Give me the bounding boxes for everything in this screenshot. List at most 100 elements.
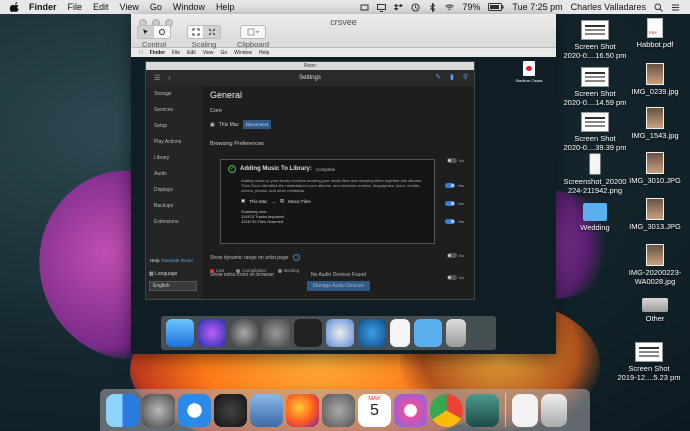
remote-settings-icon[interactable] [262,319,290,347]
core-value: This Mac [218,121,240,128]
remote-menu-view[interactable]: View [203,50,214,56]
scale-fit-button[interactable] [188,26,204,38]
sidebar-item-library[interactable]: Library [146,150,202,166]
remote-folder-icon[interactable] [414,319,442,347]
remote-menu-file[interactable]: File [172,50,180,56]
cursor-icon [142,29,148,35]
dropbox-icon[interactable] [394,3,404,12]
remote-finder-icon[interactable] [166,319,194,347]
remote-roon-icon[interactable] [294,319,322,347]
remote-music-icon[interactable] [358,319,386,347]
translate-link[interactable]: Translate Roon! [161,258,193,263]
sidebar-item-extensions[interactable]: Extensions [146,214,202,230]
safari-icon[interactable] [178,393,211,427]
chrome-icon[interactable] [430,393,463,427]
manage-audio-devices-button[interactable]: Manage Audio Devices [306,281,371,291]
toggle-2[interactable]: Yes [445,183,464,188]
menu-file[interactable]: File [68,2,83,12]
remote-screen[interactable]:  Finder File Edit View Go Window Help S… [131,49,556,354]
toggle-4[interactable]: Yes [445,219,464,224]
window-titlebar[interactable]: crsvee Control Scaling Clipboard [131,14,556,49]
desktop-file-img-3010[interactable]: IMG_3010.JPG [620,152,690,185]
sidebar-item-backups[interactable]: Backups [146,198,202,214]
remote-quicktime-icon[interactable] [326,319,354,347]
dashboard-icon[interactable] [214,393,247,427]
desktop-file-img-wa0028[interactable]: IMG-20200223- WA0028.jpg [620,244,690,286]
desktop-file-img-3013[interactable]: IMG_3013.JPG [620,198,690,231]
remote-trash-icon[interactable] [446,319,466,347]
bookmark-icon[interactable]: ▮ [450,73,454,81]
eye-icon [159,29,165,35]
firefox-icon[interactable] [286,393,319,427]
remote-menu-go[interactable]: Go [220,50,227,56]
menu-go[interactable]: Go [150,2,162,12]
observe-mode-button[interactable] [154,26,170,38]
menu-edit[interactable]: Edit [93,2,109,12]
desktop-file-pdf[interactable]: Habbot.pdf [620,18,690,49]
cast-icon[interactable] [360,3,369,12]
sidebar-item-audio[interactable]: Audio [146,166,202,182]
launchpad-icon[interactable] [142,393,175,427]
document-icon[interactable] [512,393,538,427]
spotlight-icon[interactable] [654,3,663,12]
sidebar-item-displays[interactable]: Displays [146,182,202,198]
sidebar-item-services[interactable]: Services [146,102,202,118]
screen-mirror-icon[interactable] [377,3,387,12]
sidebar-item-setup[interactable]: Setup [146,118,202,134]
itunes-icon[interactable] [394,393,427,427]
desktop-file-img-1543[interactable]: IMG_1543.jpg [620,107,690,140]
battery-percent[interactable]: 79% [462,2,480,12]
remote-apple-icon[interactable]:  [139,50,143,56]
sidebar-item-storage[interactable]: Storage [146,86,202,102]
wifi-icon[interactable] [445,3,455,12]
bluetooth-icon[interactable] [428,2,437,12]
remote-menu-window[interactable]: Window [234,50,252,56]
finder-icon[interactable] [106,393,139,427]
file-label: IMG_3010.JPG [629,176,681,185]
remote-menu-help[interactable]: Help [259,50,269,56]
menu-view[interactable]: View [120,2,139,12]
toggle-3[interactable]: Yes [445,201,464,206]
desktop-file-img-0239[interactable]: IMG_0239.jpg [620,63,690,96]
photo-icon [646,244,664,266]
screens-icon[interactable] [466,393,499,427]
calendar-day: 5 [370,401,379,419]
edit-icon[interactable]: ✎ [435,73,441,81]
calendar-icon[interactable]: MAY 5 [358,393,391,427]
menubar-clock[interactable]: Tue 7:25 pm [512,2,562,12]
clipboard-button[interactable] [241,26,265,38]
remote-mp3-icon[interactable] [390,319,410,347]
apple-icon[interactable] [9,2,21,12]
timemachine-icon[interactable] [411,3,420,12]
menu-finder[interactable]: Finder [29,2,57,12]
remote-siri-icon[interactable] [198,319,226,347]
control-label: Control [141,40,167,49]
menu-help[interactable]: Help [216,2,235,12]
search-icon[interactable]: ⚲ [463,73,468,81]
remote-menu-finder[interactable]: Finder [150,50,165,56]
desktop-file-screenshot-4[interactable]: Screen Shot 2019-12....5.23 pm [614,342,684,382]
disconnect-button[interactable]: Disconnect [243,120,272,129]
dock-separator [505,393,506,427]
menubar-user[interactable]: Charles Valladares [571,2,646,12]
menu-window[interactable]: Window [173,2,205,12]
battery-icon[interactable] [488,3,504,11]
remote-menu-edit[interactable]: Edit [187,50,196,56]
system-preferences-icon[interactable] [322,393,355,427]
language-select[interactable]: English [149,281,197,291]
toggle-1[interactable]: No [446,158,464,163]
desktop-drive-other[interactable]: Other [620,298,690,323]
roon-titlebar[interactable]: Roon [146,62,474,70]
expand-icon [192,28,199,36]
notification-center-icon[interactable] [671,3,680,12]
control-mode-button[interactable] [138,26,154,38]
scale-full-button[interactable] [204,26,220,38]
file-label: Other [645,314,665,323]
preview-icon[interactable] [250,393,283,427]
trash-icon[interactable] [541,393,567,427]
remote-desktop-file[interactable]: Stadium Cases [511,61,547,83]
dock: MAY 5 [100,389,590,431]
help-icon[interactable]: ? [293,254,301,261]
sidebar-item-play-actions[interactable]: Play Actions [146,134,202,150]
remote-launchpad-icon[interactable] [230,319,258,347]
